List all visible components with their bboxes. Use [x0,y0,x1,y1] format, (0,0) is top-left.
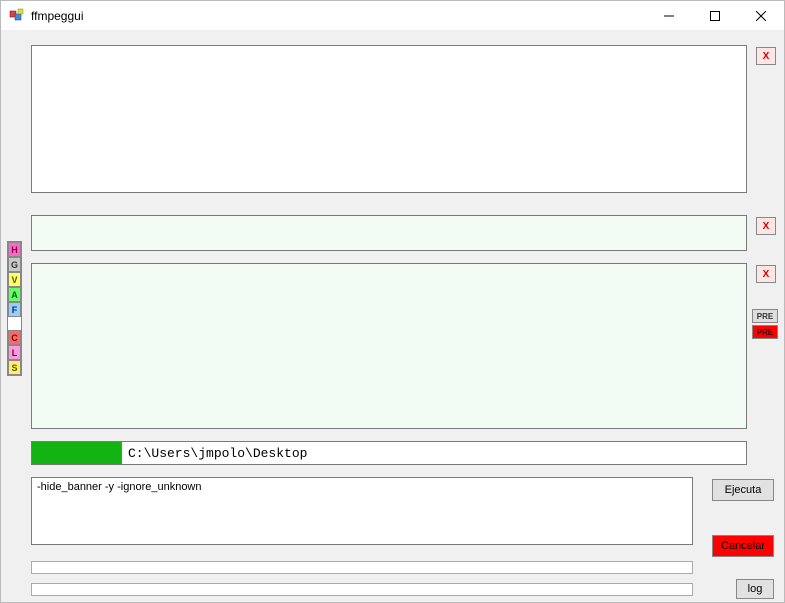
output-path-input[interactable] [122,442,746,464]
preset-button[interactable]: PRE [752,309,778,323]
input-files-panel[interactable] [31,45,747,193]
app-icon [9,8,25,24]
progress-bar-1 [31,561,693,574]
command-panel[interactable]: -hide_banner -y -ignore_unknown [31,477,693,545]
titlebar: ffmpeggui [1,1,784,31]
preset-red-button[interactable]: PRE [752,325,778,339]
side-s-button[interactable]: S [8,360,21,375]
minimize-button[interactable] [646,1,692,31]
side-h-button[interactable]: H [8,242,21,257]
clear-mid-button[interactable]: X [756,217,776,235]
options-panel[interactable] [31,263,747,429]
maximize-button[interactable] [692,1,738,31]
progress-bar-2 [31,583,693,596]
close-button[interactable] [738,1,784,31]
side-f-button[interactable]: F [8,302,21,317]
window-controls [646,1,784,31]
side-v-button[interactable]: V [8,272,21,287]
clear-options-button[interactable]: X [756,265,776,283]
side-l-button[interactable]: L [8,345,21,360]
cancel-button[interactable]: Cancelar [712,535,774,557]
window-title: ffmpeggui [31,9,646,23]
client-area: H G V A F C L S X X X PRE PRE -hide_bann… [1,31,784,602]
output-browse-button[interactable] [32,442,122,464]
filter-bar[interactable] [31,215,747,251]
clear-top-button[interactable]: X [756,47,776,65]
output-path-row [31,441,747,465]
side-c-button[interactable]: C [8,330,21,345]
command-text: -hide_banner -y -ignore_unknown [37,481,202,493]
log-button[interactable]: log [736,579,774,599]
side-g-button[interactable]: G [8,257,21,272]
side-column: H G V A F C L S [7,241,22,376]
execute-button[interactable]: Ejecuta [712,479,774,501]
side-a-button[interactable]: A [8,287,21,302]
